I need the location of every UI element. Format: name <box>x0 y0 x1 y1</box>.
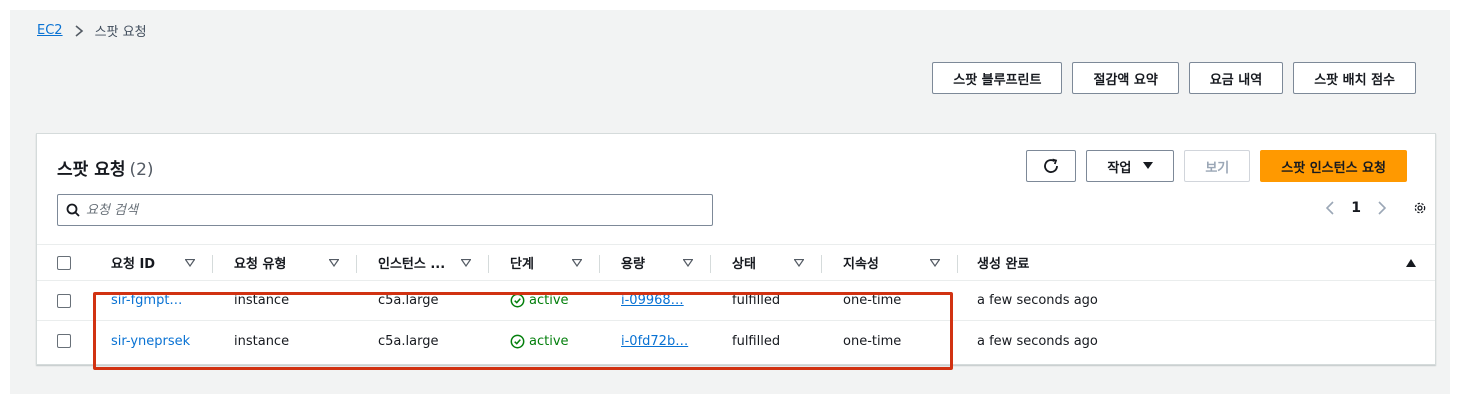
persistence: one-time <box>843 333 902 349</box>
breadcrumb-current: 스팟 요청 <box>94 25 147 40</box>
column-header-state[interactable]: 상태 <box>711 245 822 280</box>
capacity-link[interactable]: i-09968… <box>600 281 700 320</box>
panel-actions: 작업 보기 스팟 인스턴스 요청 <box>1026 150 1407 182</box>
chevron-right-icon[interactable] <box>1375 201 1389 215</box>
spot-placement-score-button[interactable]: 스팟 배치 점수 <box>1293 62 1416 94</box>
chevron-right-icon <box>73 24 85 37</box>
sort-icon <box>794 258 804 267</box>
request-id-link[interactable]: sir-yneprsek <box>93 321 213 361</box>
settings-icon[interactable] <box>1413 201 1427 215</box>
search-input[interactable] <box>86 202 686 218</box>
view-button[interactable]: 보기 <box>1184 150 1251 182</box>
column-header-instance[interactable]: 인스턴스 ... <box>357 245 489 280</box>
panel-count: (2) <box>129 160 154 180</box>
check-circle-icon <box>510 334 525 348</box>
select-all-checkbox[interactable] <box>57 255 71 270</box>
phase-status: active <box>529 333 569 349</box>
phase-status: active <box>529 293 569 308</box>
table-row[interactable]: sir-fgmpt… instance c5a.large active i-0… <box>37 281 1435 321</box>
row-checkbox[interactable] <box>57 293 71 308</box>
sort-icon <box>185 258 195 267</box>
request-type: instance <box>234 333 290 349</box>
instance-type: c5a.large <box>378 333 439 349</box>
sort-icon <box>461 258 471 267</box>
search-box[interactable] <box>57 194 713 226</box>
pagination: 1 <box>1323 200 1427 216</box>
spot-blueprint-button[interactable]: 스팟 블루프린트 <box>932 62 1063 94</box>
column-header-persistence[interactable]: 지속성 <box>822 245 958 280</box>
spot-requests-table: 요청 ID 요청 유형 인스턴스 ... 단계 용량 상태 지속성 생성 완료 … <box>37 244 1435 361</box>
select-all-cell <box>57 245 77 280</box>
column-header-created[interactable]: 생성 완료 <box>958 245 1418 280</box>
state: fulfilled <box>732 333 781 349</box>
sort-icon <box>572 258 582 267</box>
request-type: instance <box>234 293 290 308</box>
chevron-left-icon[interactable] <box>1323 201 1337 215</box>
refresh-icon <box>1044 158 1059 173</box>
request-spot-instance-button[interactable]: 스팟 인스턴스 요청 <box>1260 150 1407 182</box>
column-header-request-id[interactable]: 요청 ID <box>93 245 213 280</box>
row-checkbox[interactable] <box>57 334 71 348</box>
created: a few seconds ago <box>977 293 1098 308</box>
pricing-history-button[interactable]: 요금 내역 <box>1188 62 1284 94</box>
instance-type: c5a.large <box>378 293 439 308</box>
sort-icon <box>329 258 339 267</box>
capacity-link[interactable]: i-0fd72b… <box>600 321 700 361</box>
persistence: one-time <box>843 293 902 308</box>
actions-dropdown-button[interactable]: 작업 <box>1086 150 1175 182</box>
table-header: 요청 ID 요청 유형 인스턴스 ... 단계 용량 상태 지속성 생성 완료 <box>37 244 1435 281</box>
current-page[interactable]: 1 <box>1351 200 1361 216</box>
sort-icon <box>683 258 693 267</box>
search-icon <box>66 203 80 217</box>
savings-summary-button[interactable]: 절감액 요약 <box>1072 62 1179 94</box>
page: EC2 스팟 요청 스팟 블루프린트 절감액 요약 요금 내역 스팟 배치 점수… <box>10 10 1450 394</box>
phase-cell: active <box>489 321 600 361</box>
panel-title: 스팟 요청 (2) <box>57 155 154 180</box>
table-row[interactable]: sir-yneprsek instance c5a.large active i… <box>37 321 1435 361</box>
check-circle-icon <box>510 293 525 308</box>
sort-icon <box>930 258 940 267</box>
phase-cell: active <box>489 281 600 320</box>
panel-title-text: 스팟 요청 <box>57 160 126 180</box>
column-header-request-type[interactable]: 요청 유형 <box>213 245 357 280</box>
top-actions: 스팟 블루프린트 절감액 요약 요금 내역 스팟 배치 점수 <box>932 62 1416 94</box>
actions-label: 작업 <box>1107 160 1132 176</box>
refresh-button[interactable] <box>1026 150 1077 182</box>
column-header-capacity[interactable]: 용량 <box>600 245 711 280</box>
request-id-link[interactable]: sir-fgmpt… <box>93 281 213 320</box>
column-header-phase[interactable]: 단계 <box>489 245 600 280</box>
spot-requests-panel: 스팟 요청(2) 작업 보기 스팟 인스턴스 요청 1 <box>36 133 1436 370</box>
sort-ascending-icon <box>1406 258 1416 267</box>
state: fulfilled <box>732 293 781 308</box>
caret-down-icon <box>1143 162 1154 169</box>
breadcrumb: EC2 스팟 요청 <box>37 21 147 40</box>
breadcrumb-ec2-link[interactable]: EC2 <box>37 23 63 38</box>
created: a few seconds ago <box>977 333 1098 349</box>
